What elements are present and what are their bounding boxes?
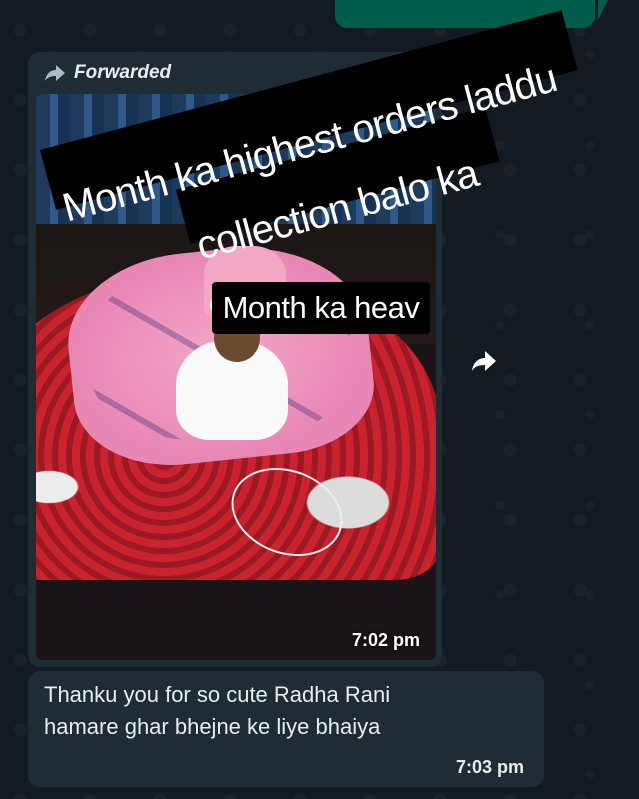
- forwarded-label: Forwarded: [44, 60, 171, 86]
- forward-share-icon: [471, 350, 497, 377]
- forward-arrow-icon: [44, 64, 66, 82]
- message-time: 7:02 pm: [352, 630, 421, 650]
- forwarded-text: Forwarded: [74, 62, 172, 83]
- message-text-line2: hamare ghar bhejne ke liye bhaiya: [44, 714, 381, 739]
- message-text: Thanku you for so cute Radha Rani hamare…: [44, 679, 514, 743]
- overlay-label: Month ka heav: [212, 282, 430, 334]
- message-time: 7:03 pm: [456, 757, 525, 777]
- forward-share-button[interactable]: [468, 347, 500, 379]
- message-text-line1: Thanku you for so cute Radha Rani: [44, 682, 391, 707]
